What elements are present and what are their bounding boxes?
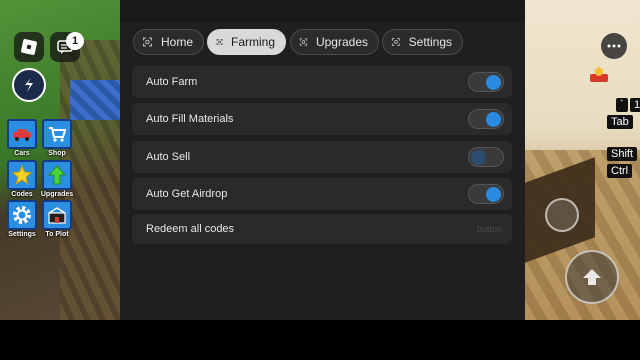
option-auto-sell: Auto Sell (132, 141, 512, 173)
redeem-all-codes-button[interactable]: Redeem all codes button (132, 214, 512, 244)
tab-farming-label: Farming (230, 35, 275, 49)
shop-button[interactable]: Shop (41, 119, 73, 157)
tab-settings-icon (391, 38, 400, 46)
blue-structure (70, 80, 120, 120)
key-backtick: ` (616, 98, 628, 112)
car-icon (7, 119, 37, 149)
option-label: Auto Fill Materials (146, 113, 234, 125)
star-icon (7, 160, 37, 190)
shop-label: Shop (48, 150, 66, 157)
settings-label: Settings (8, 231, 36, 238)
settings-game-button[interactable]: Settings (6, 200, 38, 238)
button-hint: button (476, 224, 502, 234)
gear-icon (7, 200, 37, 230)
option-label: Auto Get Airdrop (146, 188, 228, 200)
codes-button[interactable]: Codes (6, 160, 38, 198)
auto-fill-materials-toggle[interactable] (468, 109, 504, 129)
thumbstick[interactable] (545, 198, 579, 232)
option-label: Auto Sell (146, 151, 191, 163)
key-ctrl: Ctrl (607, 164, 633, 178)
key-one: 1 (630, 98, 640, 112)
key-tab: Tab (607, 115, 633, 129)
auto-farm-toggle[interactable] (468, 72, 504, 92)
cart-icon (42, 119, 72, 149)
codes-label: Codes (11, 191, 33, 198)
tab-settings-label: Settings (408, 35, 452, 49)
hub-logo-icon (25, 78, 33, 92)
to-plot-button[interactable]: To Plot (41, 200, 73, 238)
option-label: Auto Farm (146, 76, 198, 88)
script-hub-toggle-button[interactable] (12, 68, 46, 102)
toggle-knob (486, 187, 501, 202)
jump-button[interactable] (565, 250, 619, 304)
tab-farming[interactable]: Farming (207, 29, 286, 55)
toggle-knob (471, 150, 486, 165)
plot-icon (42, 200, 72, 230)
more-menu-button[interactable] (601, 33, 627, 59)
roblox-menu-button[interactable] (14, 32, 44, 62)
more-dots-icon (607, 44, 621, 48)
auto-sell-toggle[interactable] (468, 147, 504, 167)
jump-arrow-icon (583, 269, 601, 285)
to-plot-label: To Plot (45, 231, 69, 238)
tab-home-label: Home (160, 35, 193, 49)
tab-home[interactable]: Home (133, 29, 204, 55)
game-viewport: 1 Cars Shop Codes Upgrades Settings To P… (0, 0, 640, 320)
tab-farming-icon (216, 39, 223, 45)
arrow-up-icon (42, 160, 72, 190)
option-auto-farm: Auto Farm (132, 66, 512, 98)
toggle-knob (486, 112, 501, 127)
option-auto-fill-materials: Auto Fill Materials (132, 103, 512, 135)
player-avatar-icon (590, 66, 608, 82)
upgrades-button[interactable]: Upgrades (41, 160, 73, 198)
key-shift: Shift (607, 147, 638, 161)
tab-settings[interactable]: Settings (382, 29, 463, 55)
cars-button[interactable]: Cars (6, 119, 38, 157)
option-auto-get-airdrop: Auto Get Airdrop (132, 178, 512, 210)
toggle-knob (486, 75, 501, 90)
upgrades-label: Upgrades (40, 191, 74, 198)
option-label: Redeem all codes (146, 223, 235, 235)
tab-upgrades[interactable]: Upgrades (290, 29, 379, 55)
notification-badge: 1 (66, 32, 84, 50)
tab-upgrades-label: Upgrades (315, 35, 368, 49)
auto-get-airdrop-toggle[interactable] (468, 184, 504, 204)
roblox-logo-icon (21, 39, 37, 55)
tab-upgrades-icon (299, 38, 308, 46)
cars-label: Cars (14, 150, 30, 157)
tab-home-icon (143, 37, 152, 47)
